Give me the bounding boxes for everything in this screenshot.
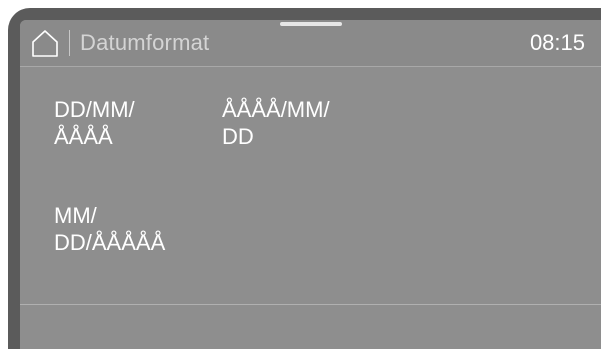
footer-divider — [20, 304, 601, 305]
drag-handle[interactable] — [280, 22, 342, 26]
display-screen: Datumformat 08:15 DD/MM/ ÅÅÅÅ ÅÅÅÅ/MM/ D… — [20, 20, 601, 349]
option-line-1: ÅÅÅÅ/MM/ — [222, 97, 330, 122]
clock: 08:15 — [529, 30, 585, 55]
home-button[interactable] — [30, 27, 60, 59]
option-line-2: DD — [222, 124, 254, 149]
date-format-option-dd-mm-yyyy[interactable]: DD/MM/ ÅÅÅÅ — [54, 96, 135, 150]
appliance-display: Datumformat 08:15 DD/MM/ ÅÅÅÅ ÅÅÅÅ/MM/ D… — [0, 0, 601, 349]
option-line-1: DD/MM/ — [54, 97, 135, 122]
option-line-2: DD/ÅÅÅÅÅ — [54, 230, 166, 255]
header-divider — [69, 30, 70, 56]
date-format-option-yyyy-mm-dd[interactable]: ÅÅÅÅ/MM/ DD — [222, 96, 330, 150]
home-icon — [32, 30, 58, 57]
date-format-option-mm-dd-yyyy[interactable]: MM/ DD/ÅÅÅÅÅ — [54, 202, 165, 256]
option-line-1: MM/ — [54, 203, 97, 228]
header-bar: Datumformat 08:15 — [20, 20, 601, 67]
option-line-2: ÅÅÅÅ — [54, 124, 113, 149]
page-title: Datumformat — [80, 30, 210, 55]
